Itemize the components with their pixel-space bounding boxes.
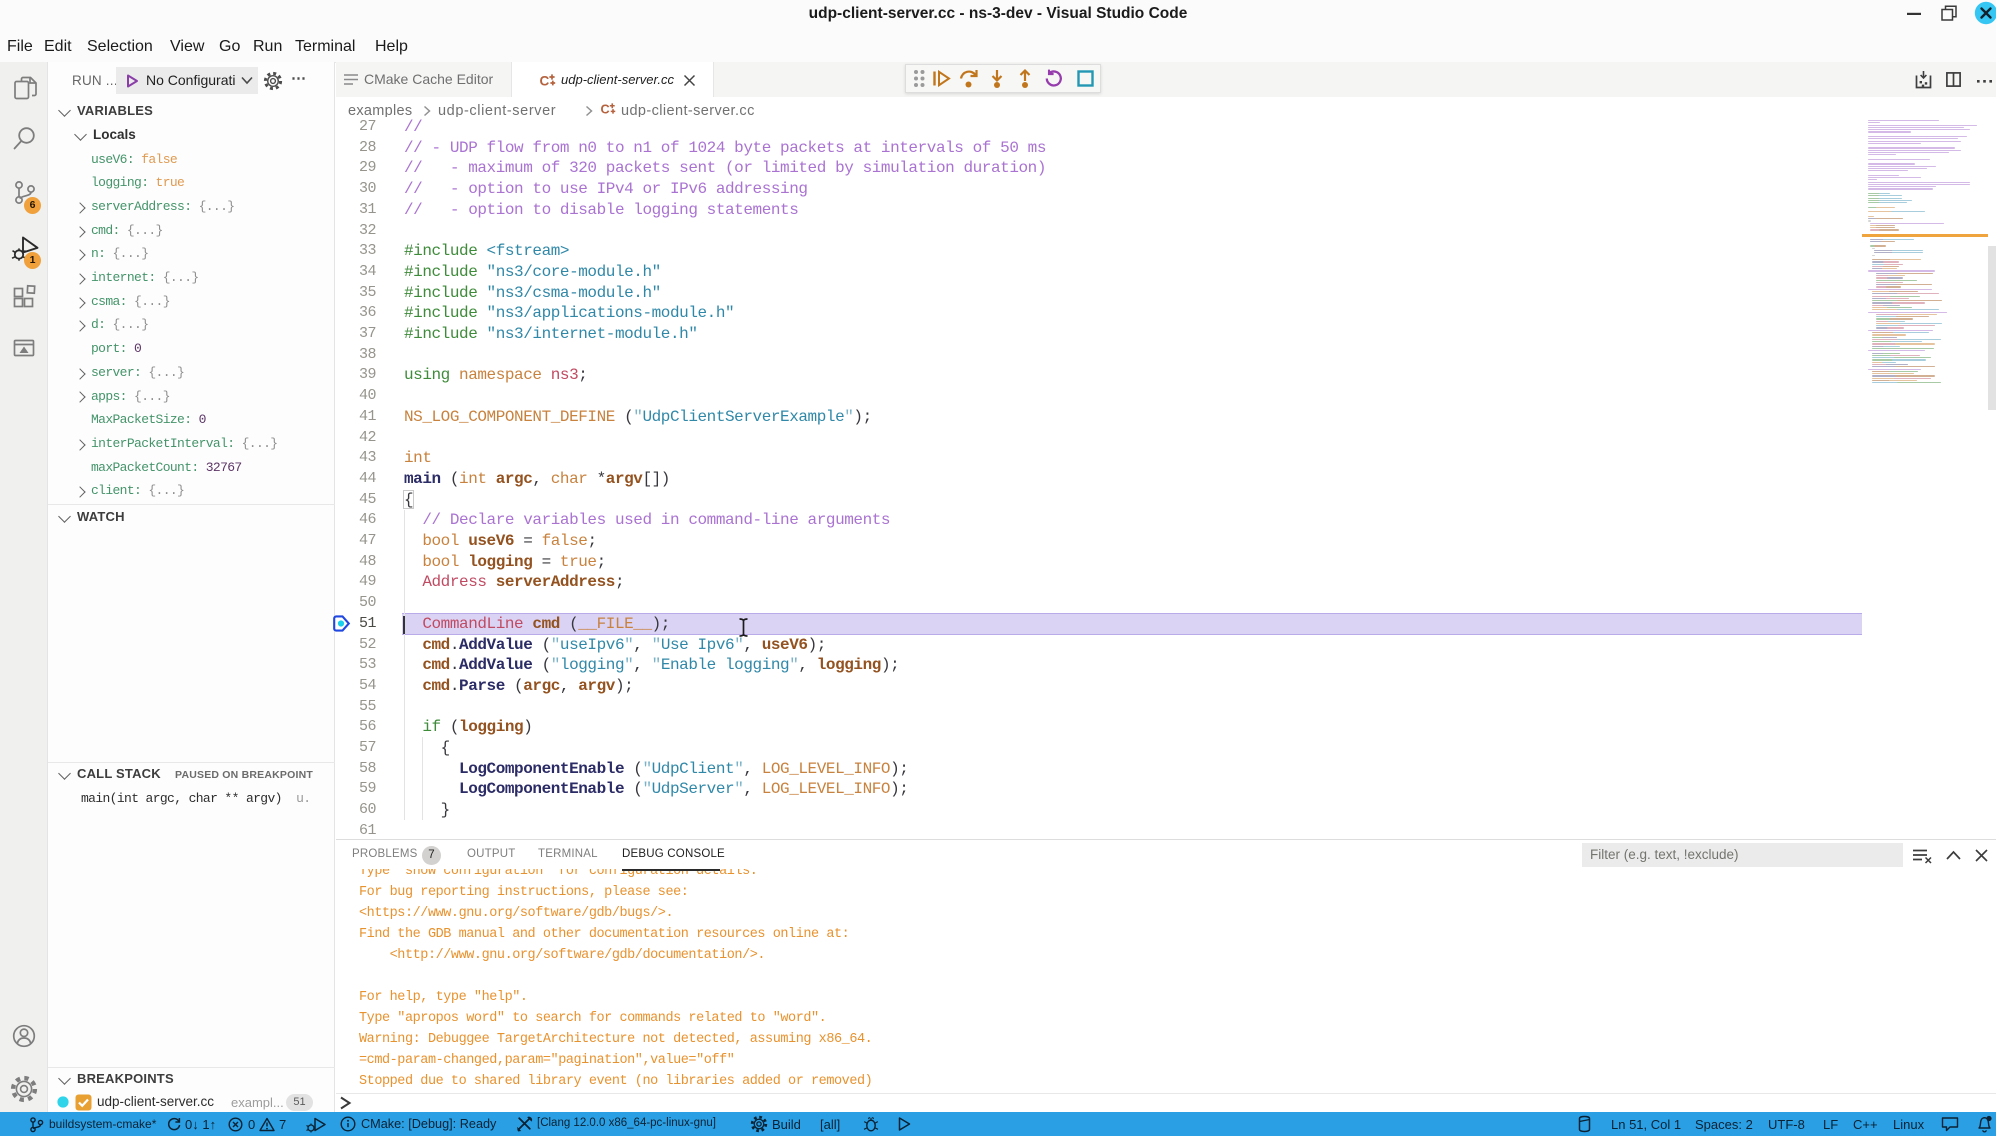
svg-text:C: C: [601, 103, 610, 117]
svg-text:C: C: [540, 74, 550, 89]
